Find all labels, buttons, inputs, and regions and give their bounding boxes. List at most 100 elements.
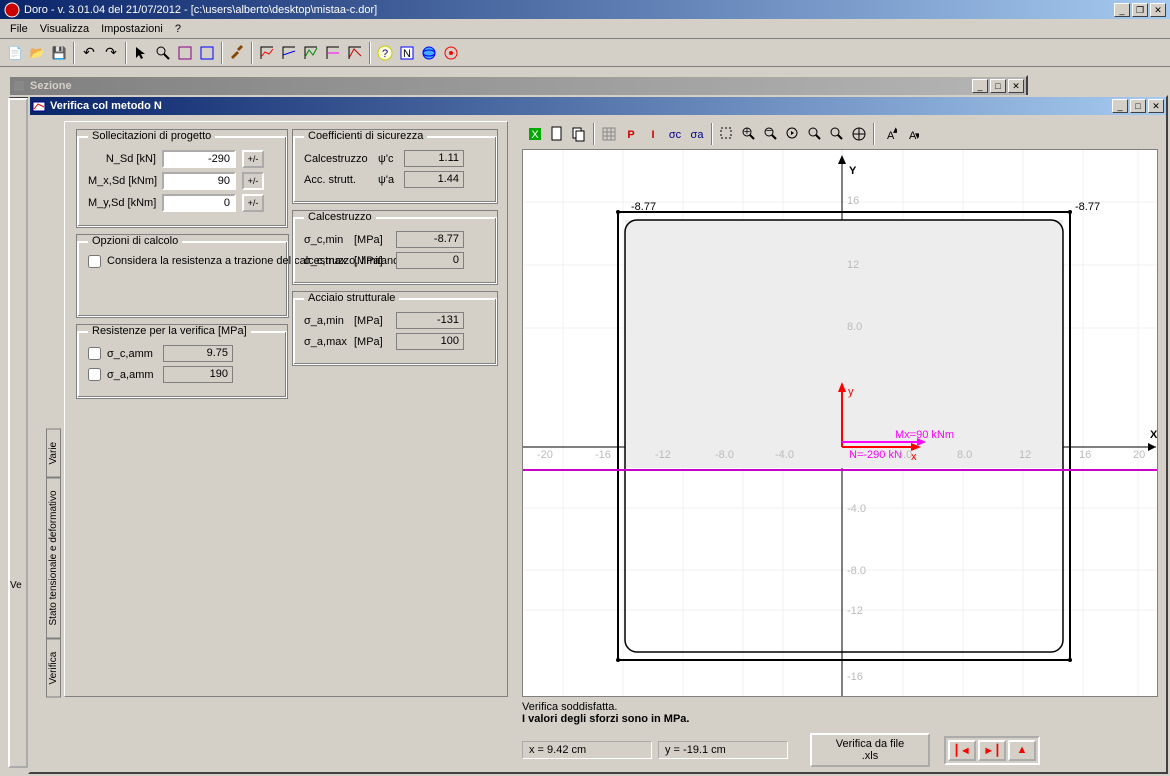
nsd-toggle[interactable]: +/- [242, 150, 264, 168]
menu-file[interactable]: File [4, 21, 34, 37]
font-down-icon[interactable]: A▾ [900, 123, 922, 145]
tool-a-icon[interactable] [174, 42, 196, 64]
mysd-input[interactable] [162, 194, 236, 212]
tool-b-icon[interactable] [196, 42, 218, 64]
nsd-label: N_Sd [kN] [88, 153, 156, 165]
section-svg: X Y 0 y x Mx=90 kNm N=-290 kN [523, 150, 1158, 697]
close-button[interactable]: ✕ [1150, 3, 1166, 17]
sezione-titlebar[interactable]: Sezione _ □ ✕ [10, 77, 1026, 95]
status-y: y = -19.1 cm [658, 741, 788, 759]
sa-amm-checkbox[interactable] [88, 368, 101, 381]
menu-impostazioni[interactable]: Impostazioni [95, 21, 169, 37]
chart4-icon[interactable] [322, 42, 344, 64]
zoom-all-icon[interactable] [848, 123, 870, 145]
svg-text:X: X [531, 129, 539, 141]
hammer-icon[interactable] [226, 42, 248, 64]
chart1-icon[interactable] [256, 42, 278, 64]
psi-c-value: 1.11 [404, 150, 464, 167]
web-icon[interactable] [418, 42, 440, 64]
verify-status-2: I valori degli sforzi sono in MPa. [522, 713, 689, 725]
sezione-maximize[interactable]: □ [990, 79, 1006, 93]
mxsd-input[interactable] [162, 172, 236, 190]
verifica-close[interactable]: ✕ [1148, 99, 1164, 113]
svg-text:N: N [403, 48, 411, 60]
svg-text:-16: -16 [847, 671, 863, 683]
ia-icon[interactable]: I [642, 123, 664, 145]
mxsd-toggle[interactable]: +/- [242, 172, 264, 190]
zoom-prev-icon[interactable] [782, 123, 804, 145]
group-sollecitazioni: Sollecitazioni di progetto N_Sd [kN] +/-… [77, 130, 287, 227]
svg-text:-8.0: -8.0 [715, 449, 734, 461]
nav-prev-button[interactable]: ┃◄ [948, 740, 976, 761]
zoom-in-icon[interactable]: + [738, 123, 760, 145]
svg-text:I: I [651, 129, 654, 141]
svg-text:12: 12 [1019, 449, 1031, 461]
sezione-icon [12, 79, 26, 93]
zoom-ext-icon[interactable] [826, 123, 848, 145]
minimize-button[interactable]: _ [1114, 3, 1130, 17]
verifica-icon [32, 99, 46, 113]
open-icon[interactable] [26, 42, 48, 64]
help-icon[interactable]: N [396, 42, 418, 64]
legend-acciaio: Acciaio strutturale [304, 292, 399, 304]
svg-text:20: 20 [1133, 449, 1145, 461]
sc-amm-checkbox[interactable] [88, 347, 101, 360]
bottom-bar: x = 9.42 cm y = -19.1 cm Verifica da fil… [522, 733, 1040, 767]
nsd-input[interactable] [162, 150, 236, 168]
main-titlebar: Doro - v. 3.01.04 del 21/07/2012 - [c:\u… [0, 0, 1170, 19]
menubar: File Visualizza Impostazioni ? [0, 19, 1170, 39]
zoom-window-icon[interactable] [716, 123, 738, 145]
zoom-out-icon[interactable]: − [760, 123, 782, 145]
excel-icon[interactable]: X [524, 123, 546, 145]
verify-from-file-button[interactable]: Verifica da file .xls [810, 733, 930, 767]
group-opzioni: Opzioni di calcolo Considera la resisten… [77, 235, 288, 317]
verifica-maximize[interactable]: □ [1130, 99, 1146, 113]
verifica-window: Verifica col metodo N _ □ ✕ Sollecitazio… [28, 95, 1168, 774]
save-icon[interactable] [48, 42, 70, 64]
chart5-icon[interactable] [344, 42, 366, 64]
maximize-button[interactable]: ❐ [1132, 3, 1148, 17]
redo-icon[interactable] [100, 42, 122, 64]
vtab-verifica[interactable]: Verifica [46, 638, 61, 697]
verifica-titlebar[interactable]: Verifica col metodo N _ □ ✕ [30, 97, 1166, 115]
mysd-toggle[interactable]: +/- [242, 194, 264, 212]
pv-icon[interactable]: P [620, 123, 642, 145]
chart2-icon[interactable] [278, 42, 300, 64]
menu-visualizza[interactable]: Visualizza [34, 21, 95, 37]
svg-text:σa: σa [691, 129, 705, 141]
svg-text:-8.0: -8.0 [847, 565, 866, 577]
info-icon[interactable]: ? [374, 42, 396, 64]
zoom-icon[interactable] [152, 42, 174, 64]
font-up-icon[interactable]: A▴ [878, 123, 900, 145]
nav-last-button[interactable]: ▲ [1008, 740, 1036, 761]
vtab-varie[interactable]: Varie [46, 429, 61, 478]
sigma-a-icon[interactable]: σa [686, 123, 708, 145]
grid-icon[interactable] [598, 123, 620, 145]
undo-icon[interactable] [78, 42, 100, 64]
vertical-tabs: Verifica Stato tensionale e deformativo … [46, 121, 64, 697]
svg-text:-8.77: -8.77 [1075, 201, 1100, 213]
doc-icon[interactable] [546, 123, 568, 145]
sc-amm-label: σ_c,amm [107, 348, 157, 360]
sigma-c-icon[interactable]: σc [664, 123, 686, 145]
svg-text:P: P [627, 129, 634, 141]
app-icon [4, 2, 20, 18]
vtab-stato[interactable]: Stato tensionale e deformativo [46, 477, 61, 638]
nav-next-button[interactable]: ►┃ [978, 740, 1006, 761]
verifica-minimize[interactable]: _ [1112, 99, 1128, 113]
copy-icon[interactable] [568, 123, 590, 145]
menu-help[interactable]: ? [169, 21, 187, 37]
target-icon[interactable] [440, 42, 462, 64]
chart3-icon[interactable] [300, 42, 322, 64]
new-icon[interactable] [4, 42, 26, 64]
svg-text:?: ? [382, 48, 388, 60]
cursor-icon[interactable] [130, 42, 152, 64]
section-canvas[interactable]: X Y 0 y x Mx=90 kNm N=-290 kN [522, 149, 1158, 697]
sezione-close[interactable]: ✕ [1008, 79, 1024, 93]
sezione-title: Sezione [30, 80, 970, 92]
sezione-minimize[interactable]: _ [972, 79, 988, 93]
svg-text:-12: -12 [847, 605, 863, 617]
legend-opzioni: Opzioni di calcolo [88, 235, 182, 247]
zoom-fit-icon[interactable] [804, 123, 826, 145]
trazione-checkbox[interactable] [88, 255, 101, 268]
